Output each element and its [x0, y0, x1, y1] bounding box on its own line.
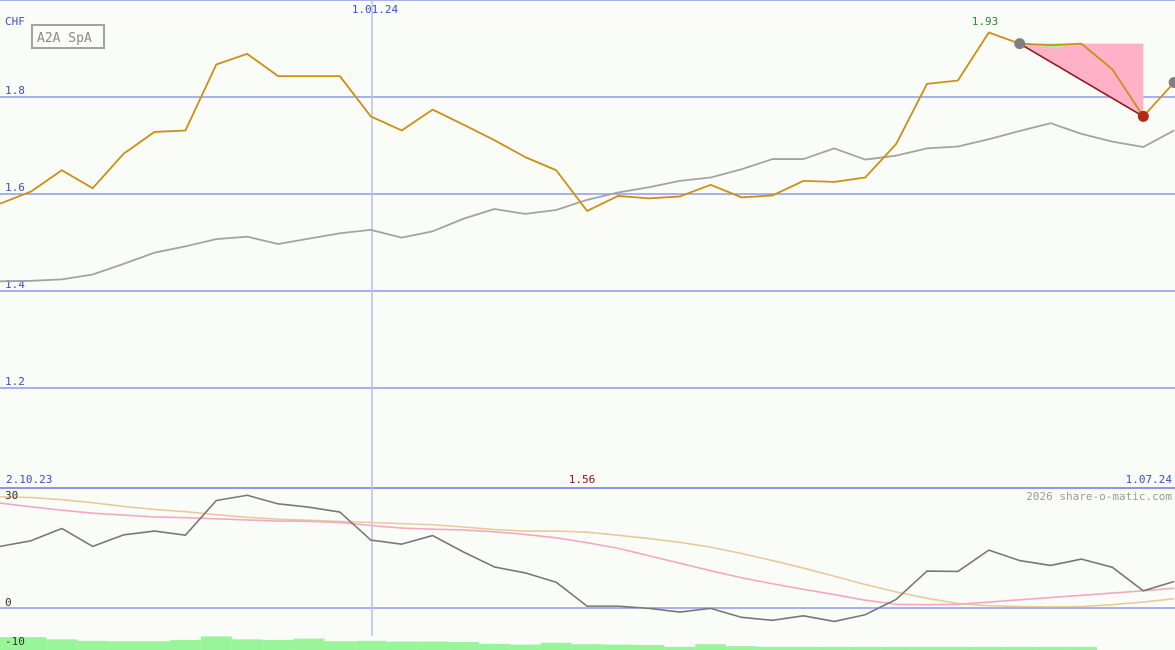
watermark: 2026 share-o-matic.com	[1026, 490, 1172, 503]
volume-bar	[417, 641, 449, 650]
currency-label: CHF	[5, 15, 25, 28]
osc-line-osc-slow	[0, 495, 1175, 608]
osc-line-osc	[0, 494, 1175, 623]
volume-bar	[77, 640, 109, 650]
low-annotation: 1.56	[569, 473, 596, 486]
volume-bar	[509, 644, 541, 650]
volume-bar	[200, 636, 232, 650]
volume-bar	[355, 640, 387, 650]
volume-bar	[448, 641, 479, 650]
volume-bar	[262, 640, 294, 650]
volume-bar	[231, 639, 263, 650]
volume-bar	[324, 641, 356, 650]
x-label-end: 1.07.24	[1126, 473, 1173, 486]
volume-bar	[46, 639, 78, 650]
x-label-mid: 1.01.24	[352, 3, 399, 16]
marker-start	[1014, 38, 1026, 50]
osc-tick-neg10: -10	[5, 635, 25, 648]
high-annotation: 1.93	[972, 15, 999, 28]
price-tick-label: 1.2	[5, 375, 25, 388]
volume-bar	[695, 644, 727, 650]
marker-low	[1137, 110, 1149, 122]
price-tick-label: 1.8	[5, 84, 25, 97]
volume-bar	[108, 641, 140, 650]
price-tick-label: 1.6	[5, 181, 25, 194]
volume-bar	[139, 641, 170, 650]
osc-tick-30: 30	[5, 489, 18, 502]
volume-bar	[386, 641, 418, 650]
volume-bar	[540, 642, 572, 650]
volume-bar	[478, 643, 510, 650]
price-tick-label: 1.4	[5, 278, 25, 291]
volume-bar	[602, 644, 634, 650]
volume-bar	[571, 644, 603, 650]
x-label-start: 2.10.23	[6, 473, 52, 486]
chart-title: A2A SpA	[37, 31, 92, 46]
volume-bars	[0, 636, 1097, 650]
osc-tick-0: 0	[5, 596, 12, 609]
stock-chart: 1.2 1.4 1.6 1.8 CHF A2A SpA 1.93 2.10.23 1.…	[0, 0, 1175, 650]
series-lines	[0, 31, 1175, 623]
volume-bar	[633, 644, 665, 650]
volume-bar	[726, 646, 758, 650]
volume-bar	[169, 640, 201, 650]
price-ma-line	[0, 122, 1175, 283]
volume-bar	[293, 638, 325, 650]
price-line	[0, 31, 1175, 212]
grid-lines: 1.2 1.4 1.6 1.8	[0, 0, 1175, 636]
